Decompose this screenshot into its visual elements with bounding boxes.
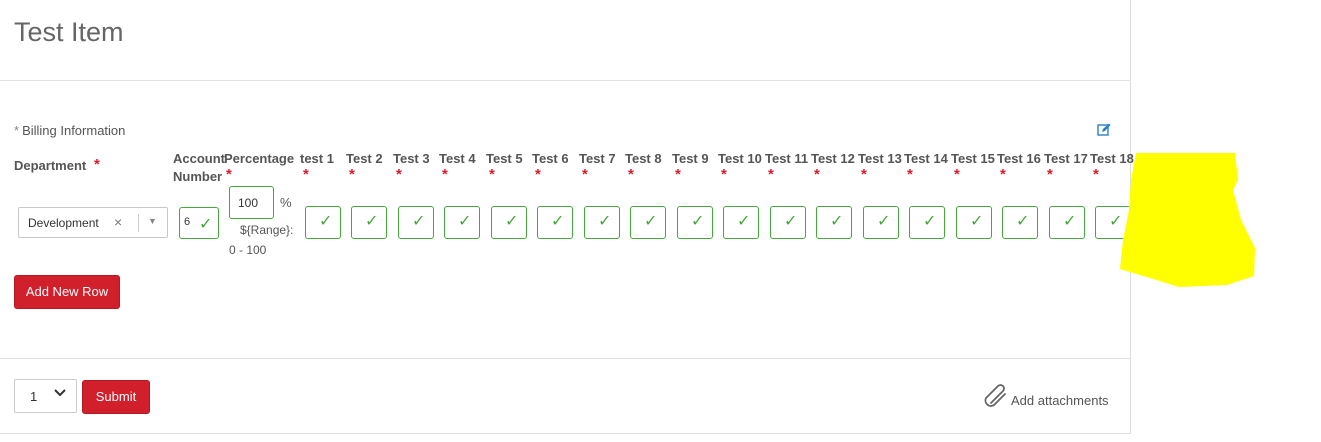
test-input-5[interactable]: ✓ — [491, 206, 527, 239]
page-title: Test Item — [14, 17, 124, 47]
percentage-header: Percentage — [224, 151, 295, 166]
test-required-mark-11: * — [768, 166, 774, 183]
valid-check-icon: ✓ — [319, 213, 333, 230]
test-required-mark-5: * — [489, 166, 495, 183]
test-required-mark-6: * — [535, 166, 541, 183]
yellow-highlight-annotation — [1120, 153, 1255, 287]
test-required-mark-13: * — [861, 166, 867, 183]
valid-check-icon: ✓ — [784, 213, 798, 230]
test-required-mark-15: * — [954, 166, 960, 183]
percent-symbol: % — [280, 195, 292, 210]
test-input-16[interactable]: ✓ — [1002, 206, 1038, 239]
test-required-mark-14: * — [907, 166, 913, 183]
test-input-15[interactable]: ✓ — [956, 206, 992, 239]
test-input-14[interactable]: ✓ — [909, 206, 945, 239]
valid-check-icon: ✓ — [365, 213, 379, 230]
test-input-1[interactable]: ✓ — [305, 206, 341, 239]
test-input-13[interactable]: ✓ — [863, 206, 899, 239]
test-required-mark-12: * — [814, 166, 820, 183]
account-number-input[interactable]: 6 ✓ — [179, 207, 219, 239]
valid-check-icon: ✓ — [199, 216, 213, 233]
edit-icon[interactable] — [1097, 123, 1111, 137]
test-required-mark-3: * — [396, 166, 402, 183]
department-value: Development — [28, 216, 99, 230]
test-input-7[interactable]: ✓ — [584, 206, 620, 239]
clear-icon[interactable]: × — [114, 214, 122, 230]
test-required-mark-17: * — [1047, 166, 1053, 183]
valid-check-icon: ✓ — [1016, 213, 1030, 230]
percentage-input[interactable]: 100 — [229, 186, 274, 219]
form-panel: Test Item * Billing Information Departmen… — [0, 0, 1227, 434]
test-required-mark-9: * — [675, 166, 681, 183]
test-required-mark-4: * — [442, 166, 448, 183]
test-input-10[interactable]: ✓ — [723, 206, 759, 239]
valid-check-icon: ✓ — [505, 213, 519, 230]
section-label: * Billing Information — [14, 123, 125, 138]
select-separator — [138, 214, 139, 232]
add-new-row-button[interactable]: Add New Row — [14, 275, 120, 309]
test-required-mark-2: * — [349, 166, 355, 183]
range-hint-value: 0 - 100 — [229, 243, 267, 257]
department-header: Department — [14, 158, 87, 173]
percentage-required-mark: * — [226, 166, 232, 183]
test-input-3[interactable]: ✓ — [398, 206, 434, 239]
submit-button[interactable]: Submit — [82, 380, 150, 414]
test-input-11[interactable]: ✓ — [770, 206, 806, 239]
test-input-2[interactable]: ✓ — [351, 206, 387, 239]
department-required-mark: * — [94, 156, 100, 173]
page-select[interactable]: 1 — [14, 379, 77, 413]
valid-check-icon: ✓ — [970, 213, 984, 230]
test-required-mark-7: * — [582, 166, 588, 183]
valid-check-icon: ✓ — [458, 213, 472, 230]
valid-check-icon: ✓ — [737, 213, 751, 230]
test-input-17[interactable]: ✓ — [1049, 206, 1085, 239]
test-required-mark-10: * — [721, 166, 727, 183]
test-input-12[interactable]: ✓ — [816, 206, 852, 239]
add-attachments-link[interactable]: Add attachments — [1011, 393, 1109, 408]
paperclip-icon[interactable] — [982, 383, 1008, 407]
test-required-mark-18: * — [1093, 166, 1099, 183]
valid-check-icon: ✓ — [551, 213, 565, 230]
chevron-down-icon[interactable]: ▼ — [148, 216, 157, 226]
test-required-mark-1: * — [303, 166, 309, 183]
department-select[interactable]: Development × ▼ — [18, 207, 168, 238]
valid-check-icon: ✓ — [923, 213, 937, 230]
valid-check-icon: ✓ — [830, 213, 844, 230]
section-label-text: Billing Information — [22, 123, 126, 138]
valid-check-icon: ✓ — [598, 213, 612, 230]
range-hint-label: ${Range}: — [240, 223, 294, 237]
account-number-value: 6 — [184, 216, 191, 228]
test-required-mark-16: * — [1000, 166, 1006, 183]
section-required-mark: * — [14, 123, 20, 138]
test-input-8[interactable]: ✓ — [630, 206, 666, 239]
test-input-9[interactable]: ✓ — [677, 206, 713, 239]
page-select-value: 1 — [30, 389, 38, 404]
test-input-4[interactable]: ✓ — [444, 206, 480, 239]
account-header-line2: Number — [173, 169, 223, 184]
test-input-6[interactable]: ✓ — [537, 206, 573, 239]
chevron-down-icon — [54, 389, 66, 397]
valid-check-icon: ✓ — [691, 213, 705, 230]
valid-check-icon: ✓ — [644, 213, 658, 230]
valid-check-icon: ✓ — [412, 213, 426, 230]
account-header: Account — [173, 151, 225, 166]
header-divider — [0, 80, 1131, 81]
valid-check-icon: ✓ — [1063, 213, 1077, 230]
valid-check-icon: ✓ — [877, 213, 891, 230]
footer-divider — [0, 358, 1131, 359]
test-required-mark-8: * — [628, 166, 634, 183]
